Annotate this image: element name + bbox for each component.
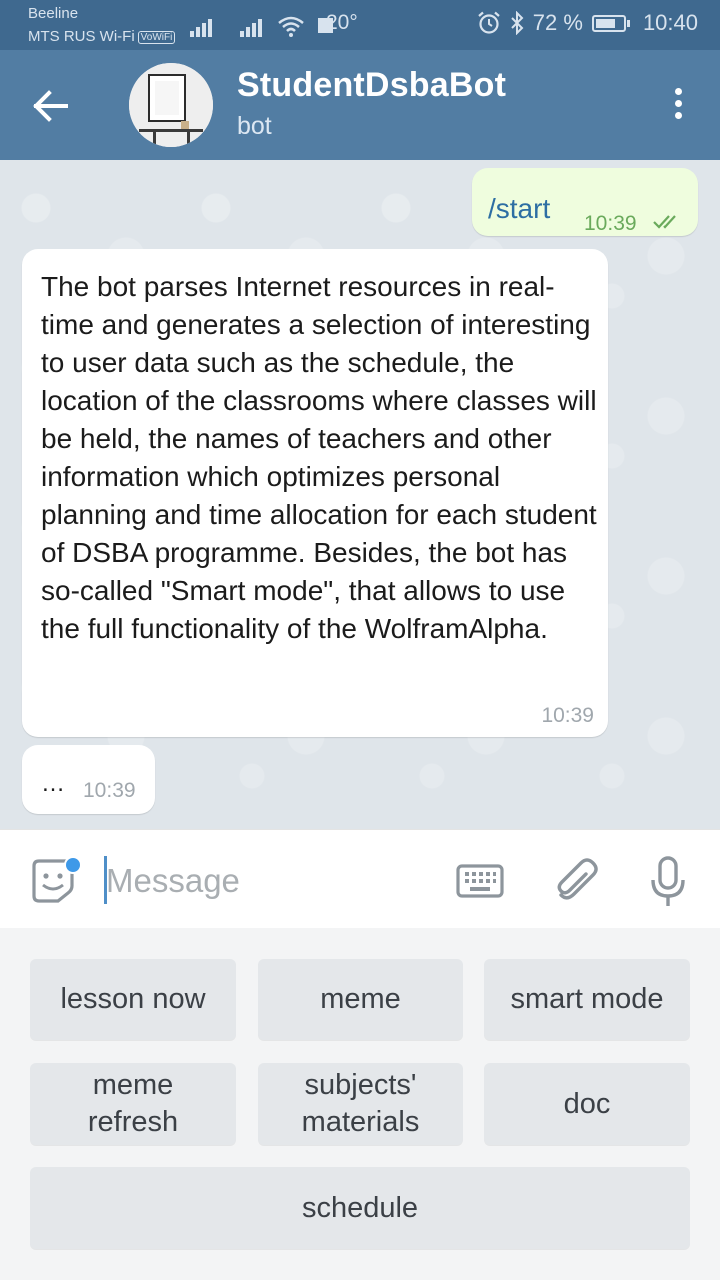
chat-title[interactable]: StudentDsbaBot [237,66,506,105]
clock: 10:40 [642,10,698,35]
message-time: 10:39 [584,212,637,235]
notification-dot [64,856,82,874]
outgoing-message[interactable]: /start 10:39 [472,168,698,236]
keyboard-button-lesson-now[interactable]: lesson now [30,959,236,1040]
paperclip-icon [557,858,598,900]
chat-area[interactable]: /start 10:39 The bot parses Internet res… [0,160,720,829]
keyboard-toggle-button[interactable] [454,857,506,905]
keyboard-button-meme-refresh[interactable]: meme refresh [30,1063,236,1145]
signal-2-icon [240,17,262,37]
arrow-left-icon [33,90,68,122]
more-vertical-icon [666,88,690,119]
status-bar: Beeline MTS RUS Wi-Fi VoWiFi 20° 72 % 10:… [0,0,720,50]
temperature: 20° [326,11,358,34]
chat-header: StudentDsbaBot bot [0,50,720,160]
wifi-icon [278,16,304,37]
keyboard-button-schedule[interactable]: schedule [30,1167,690,1249]
message-text: … [41,770,65,797]
keyboard-button-doc[interactable]: doc [484,1063,690,1145]
more-menu-button[interactable] [666,84,690,128]
carrier-2: MTS RUS Wi-Fi [28,28,135,45]
bot-avatar-image [129,63,213,147]
carrier-info: Beeline MTS RUS Wi-Fi VoWiFi [28,5,176,45]
message-time: 10:39 [83,779,136,802]
keyboard-icon [456,864,504,898]
keyboard-button-meme[interactable]: meme [258,959,463,1040]
chat-subtitle: bot [237,112,272,140]
message-time: 10:39 [541,704,594,727]
bluetooth-icon [511,11,524,35]
battery-percent: 72 % [532,10,583,35]
incoming-message[interactable]: … 10:39 [22,745,155,814]
message-text: /start [488,193,551,224]
keyboard-button-smart-mode[interactable]: smart mode [484,959,690,1040]
signal-1-icon [190,17,212,37]
message-text: The bot parses Internet resources in rea… [41,271,597,644]
bot-reply-keyboard: lesson now meme smart mode meme refresh … [0,928,720,1280]
keyboard-button-subjects-materials[interactable]: subjects' materials [258,1063,463,1145]
incoming-message[interactable]: The bot parses Internet resources in rea… [22,249,608,737]
compose-bar [0,829,720,928]
vowifi-badge: VoWiFi [137,31,176,44]
carrier-1: Beeline [28,5,79,22]
battery-icon [591,14,630,32]
avatar[interactable] [129,63,213,147]
attach-button[interactable] [552,856,600,908]
back-button[interactable] [22,78,78,134]
microphone-icon [651,856,685,906]
voice-button[interactable] [644,854,692,910]
double-check-icon [653,215,676,229]
alarm-icon [478,11,500,34]
message-input[interactable] [106,858,436,904]
